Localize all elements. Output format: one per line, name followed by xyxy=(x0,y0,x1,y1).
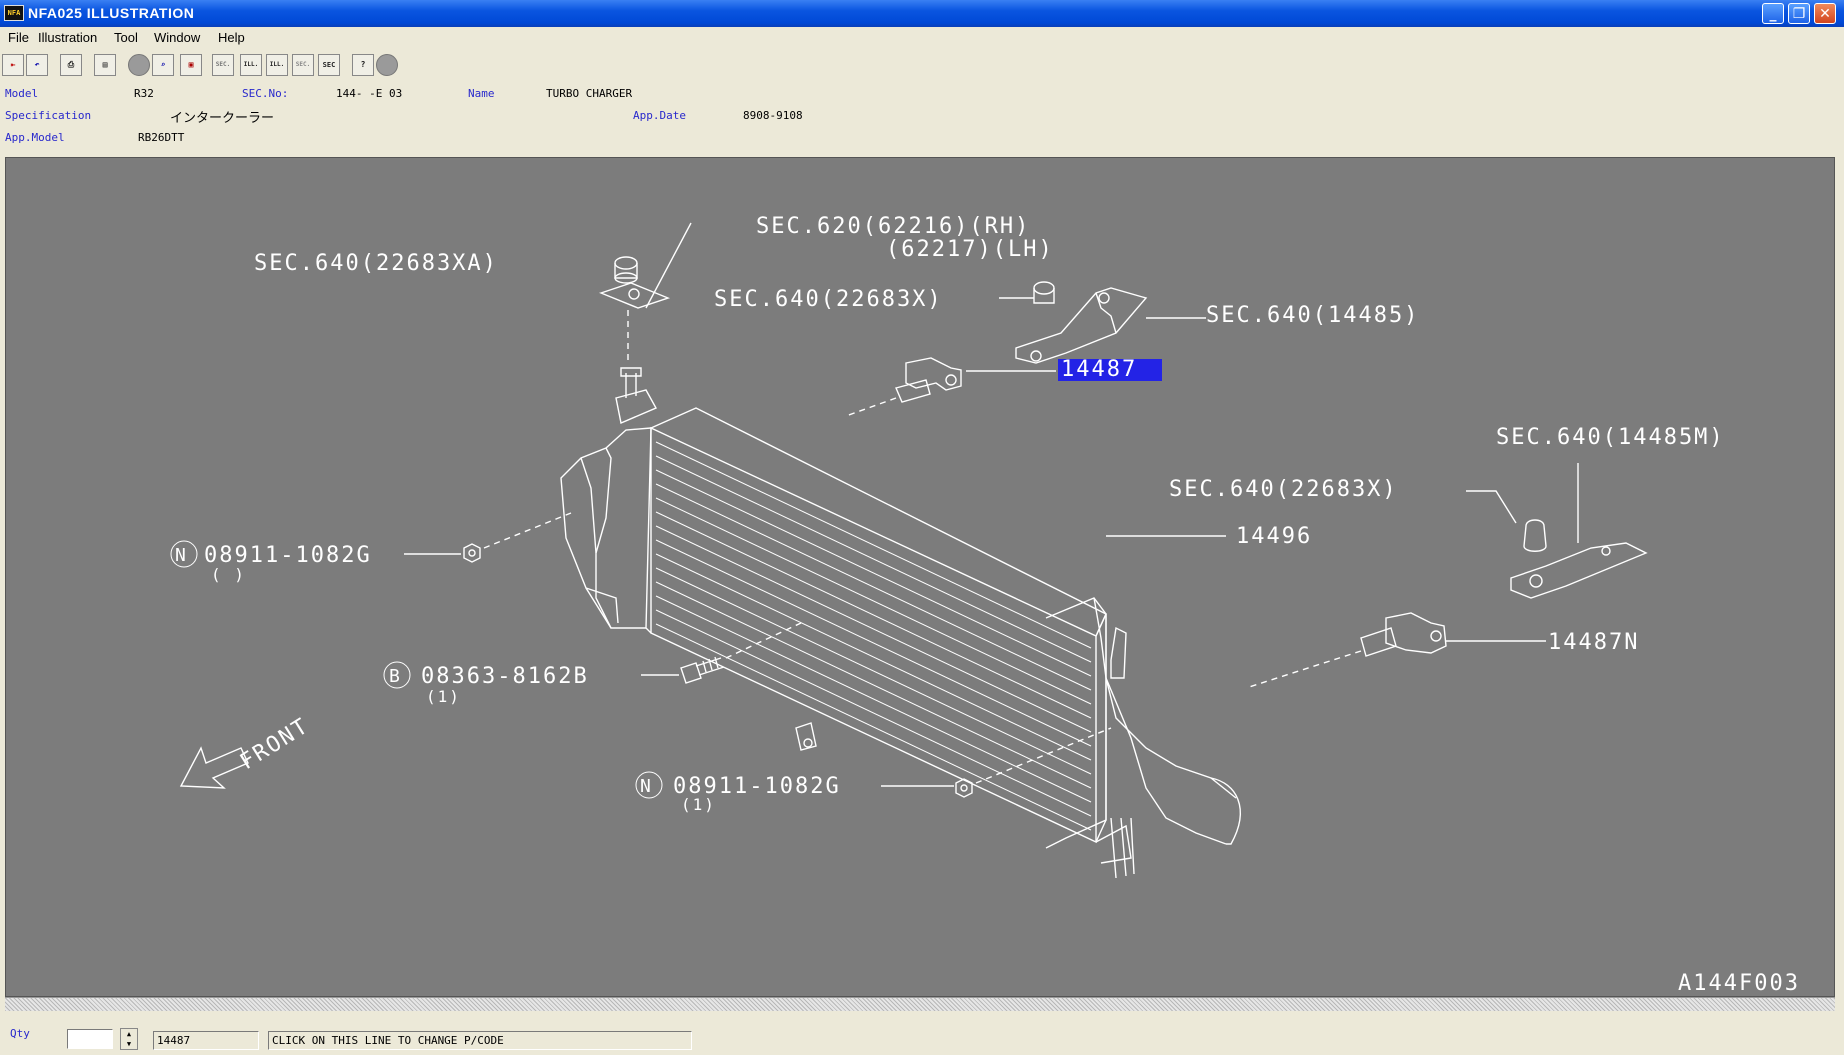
spin-up-icon[interactable]: ▲ xyxy=(121,1029,137,1039)
sec-icon[interactable]: SEC xyxy=(318,54,340,76)
menu-tool[interactable]: Tool xyxy=(114,30,138,45)
callout-sec640-14485[interactable]: SEC.640(14485) xyxy=(1206,303,1419,328)
appmodel-value: RB26DTT xyxy=(138,131,185,144)
illustration-canvas[interactable]: SEC.620(62216)(RH) (62217)(LH) SEC.640(2… xyxy=(5,157,1835,997)
menu-help[interactable]: Help xyxy=(218,30,245,45)
appdate-value: 8908-9108 xyxy=(743,109,803,122)
exit-icon[interactable]: ⇤ xyxy=(2,54,24,76)
sec-label: SEC.No: xyxy=(242,87,289,100)
name-label: Name xyxy=(468,87,495,100)
n-mark-lower: N xyxy=(640,776,653,797)
nut-08911-upper[interactable] xyxy=(463,543,481,563)
nut-08911-lower[interactable] xyxy=(955,778,973,798)
window-title: NFA025 ILLUSTRATION xyxy=(28,5,195,21)
ill-next-icon[interactable]: ILL. xyxy=(266,54,288,76)
callout-sec640-22683xa[interactable]: SEC.640(22683XA) xyxy=(254,251,498,276)
maximize-button[interactable]: ❐ xyxy=(1788,3,1810,24)
menu-illustration[interactable]: Illustration xyxy=(38,30,97,45)
front-label: FRONT xyxy=(236,713,314,775)
minimize-button[interactable]: _ xyxy=(1762,3,1784,24)
change-pcode-line[interactable]: CLICK ON THIS LINE TO CHANGE P/CODE xyxy=(268,1031,692,1050)
grommet-22683xa[interactable] xyxy=(598,256,671,309)
spin-down-icon[interactable]: ▼ xyxy=(121,1039,137,1049)
parts-diagram: SEC.620(62216)(RH) (62217)(LH) SEC.640(2… xyxy=(170,214,1800,996)
qty-label: Qty xyxy=(10,1027,30,1040)
app-icon: NFA xyxy=(4,5,24,21)
status-bar: Qty ▲ ▼ 14487 CLICK ON THIS LINE TO CHAN… xyxy=(0,1011,1844,1055)
sec-disabled-icon[interactable]: SEC. xyxy=(292,54,314,76)
circle-gray-icon[interactable] xyxy=(128,54,150,76)
close-button[interactable]: ✕ xyxy=(1814,3,1836,24)
appmodel-label: App.Model xyxy=(5,131,65,144)
qty-spinner[interactable]: ▲ ▼ xyxy=(120,1028,138,1050)
qty-input[interactable] xyxy=(67,1029,113,1049)
menu-file[interactable]: File xyxy=(8,30,29,45)
callout-sec620-lh[interactable]: (62217)(LH) xyxy=(886,237,1054,262)
left-end-tank[interactable] xyxy=(560,367,657,629)
callout-sec640-14485m[interactable]: SEC.640(14485M) xyxy=(1496,425,1725,450)
callout-sec640-22683x-right[interactable]: SEC.640(22683X) xyxy=(1169,477,1398,502)
sec-ill-icon[interactable]: SEC. xyxy=(212,54,234,76)
bracket-14487n[interactable] xyxy=(1360,612,1546,657)
part-code-field: 14487 xyxy=(153,1031,259,1050)
b-mark: B xyxy=(389,666,402,687)
callout-14487n[interactable]: 14487N xyxy=(1548,630,1639,655)
callout-14487[interactable]: 14487 xyxy=(1061,357,1137,382)
sec-value: 144- -E 03 xyxy=(336,87,403,100)
n-mark-upper: N xyxy=(175,545,188,566)
callout-bolt-qty: (1) xyxy=(426,687,461,706)
menu-window[interactable]: Window xyxy=(154,30,200,45)
callout-nut-upper-qty: ( ) xyxy=(211,565,246,584)
list-icon[interactable]: ▤ xyxy=(94,54,116,76)
model-label: Model xyxy=(5,87,39,100)
bracket-14487[interactable] xyxy=(895,357,1056,403)
info-panel: Model R32 SEC.No: 144- -E 03 Name TURBO … xyxy=(0,81,1844,157)
appdate-label: App.Date xyxy=(633,109,686,122)
callout-sec640-22683x-top[interactable]: SEC.640(22683X) xyxy=(714,287,943,312)
spec-label: Specification xyxy=(5,109,92,122)
callout-bolt-code[interactable]: 08363-8162B xyxy=(421,664,589,689)
undo-icon[interactable]: ↶ xyxy=(26,54,48,76)
title-bar: NFA NFA025 ILLUSTRATION _ ❐ ✕ xyxy=(0,0,1844,27)
model-value: R32 xyxy=(134,87,154,100)
name-value: TURBO CHARGER xyxy=(546,87,633,100)
ill-prev-icon[interactable]: ILL. xyxy=(240,54,262,76)
toolbar: ⇤ ↶ ⎙ ▤ ⌕ ▣ SEC. ILL. ILL. SEC. SEC ? xyxy=(0,49,1844,82)
horizontal-scrollbar[interactable] xyxy=(5,997,1835,1011)
catalog-icon[interactable]: ▣ xyxy=(180,54,202,76)
figure-id: A144F003 xyxy=(1678,971,1800,996)
help-icon[interactable]: ? xyxy=(352,54,374,76)
callout-14496[interactable]: 14496 xyxy=(1236,524,1312,549)
menu-bar: File Illustration Tool Window Help xyxy=(0,27,1844,50)
callout-nut-lower-qty: (1) xyxy=(681,795,716,814)
print-icon[interactable]: ⎙ xyxy=(60,54,82,76)
callout-sec620-rh[interactable]: SEC.620(62216)(RH) xyxy=(756,214,1030,239)
zoom-icon[interactable]: ⌕ xyxy=(152,54,174,76)
spec-value: インタークーラー xyxy=(170,111,275,126)
bolt-08363[interactable] xyxy=(680,656,725,684)
stop-icon[interactable] xyxy=(376,54,398,76)
bracket-14485[interactable] xyxy=(1015,281,1148,364)
